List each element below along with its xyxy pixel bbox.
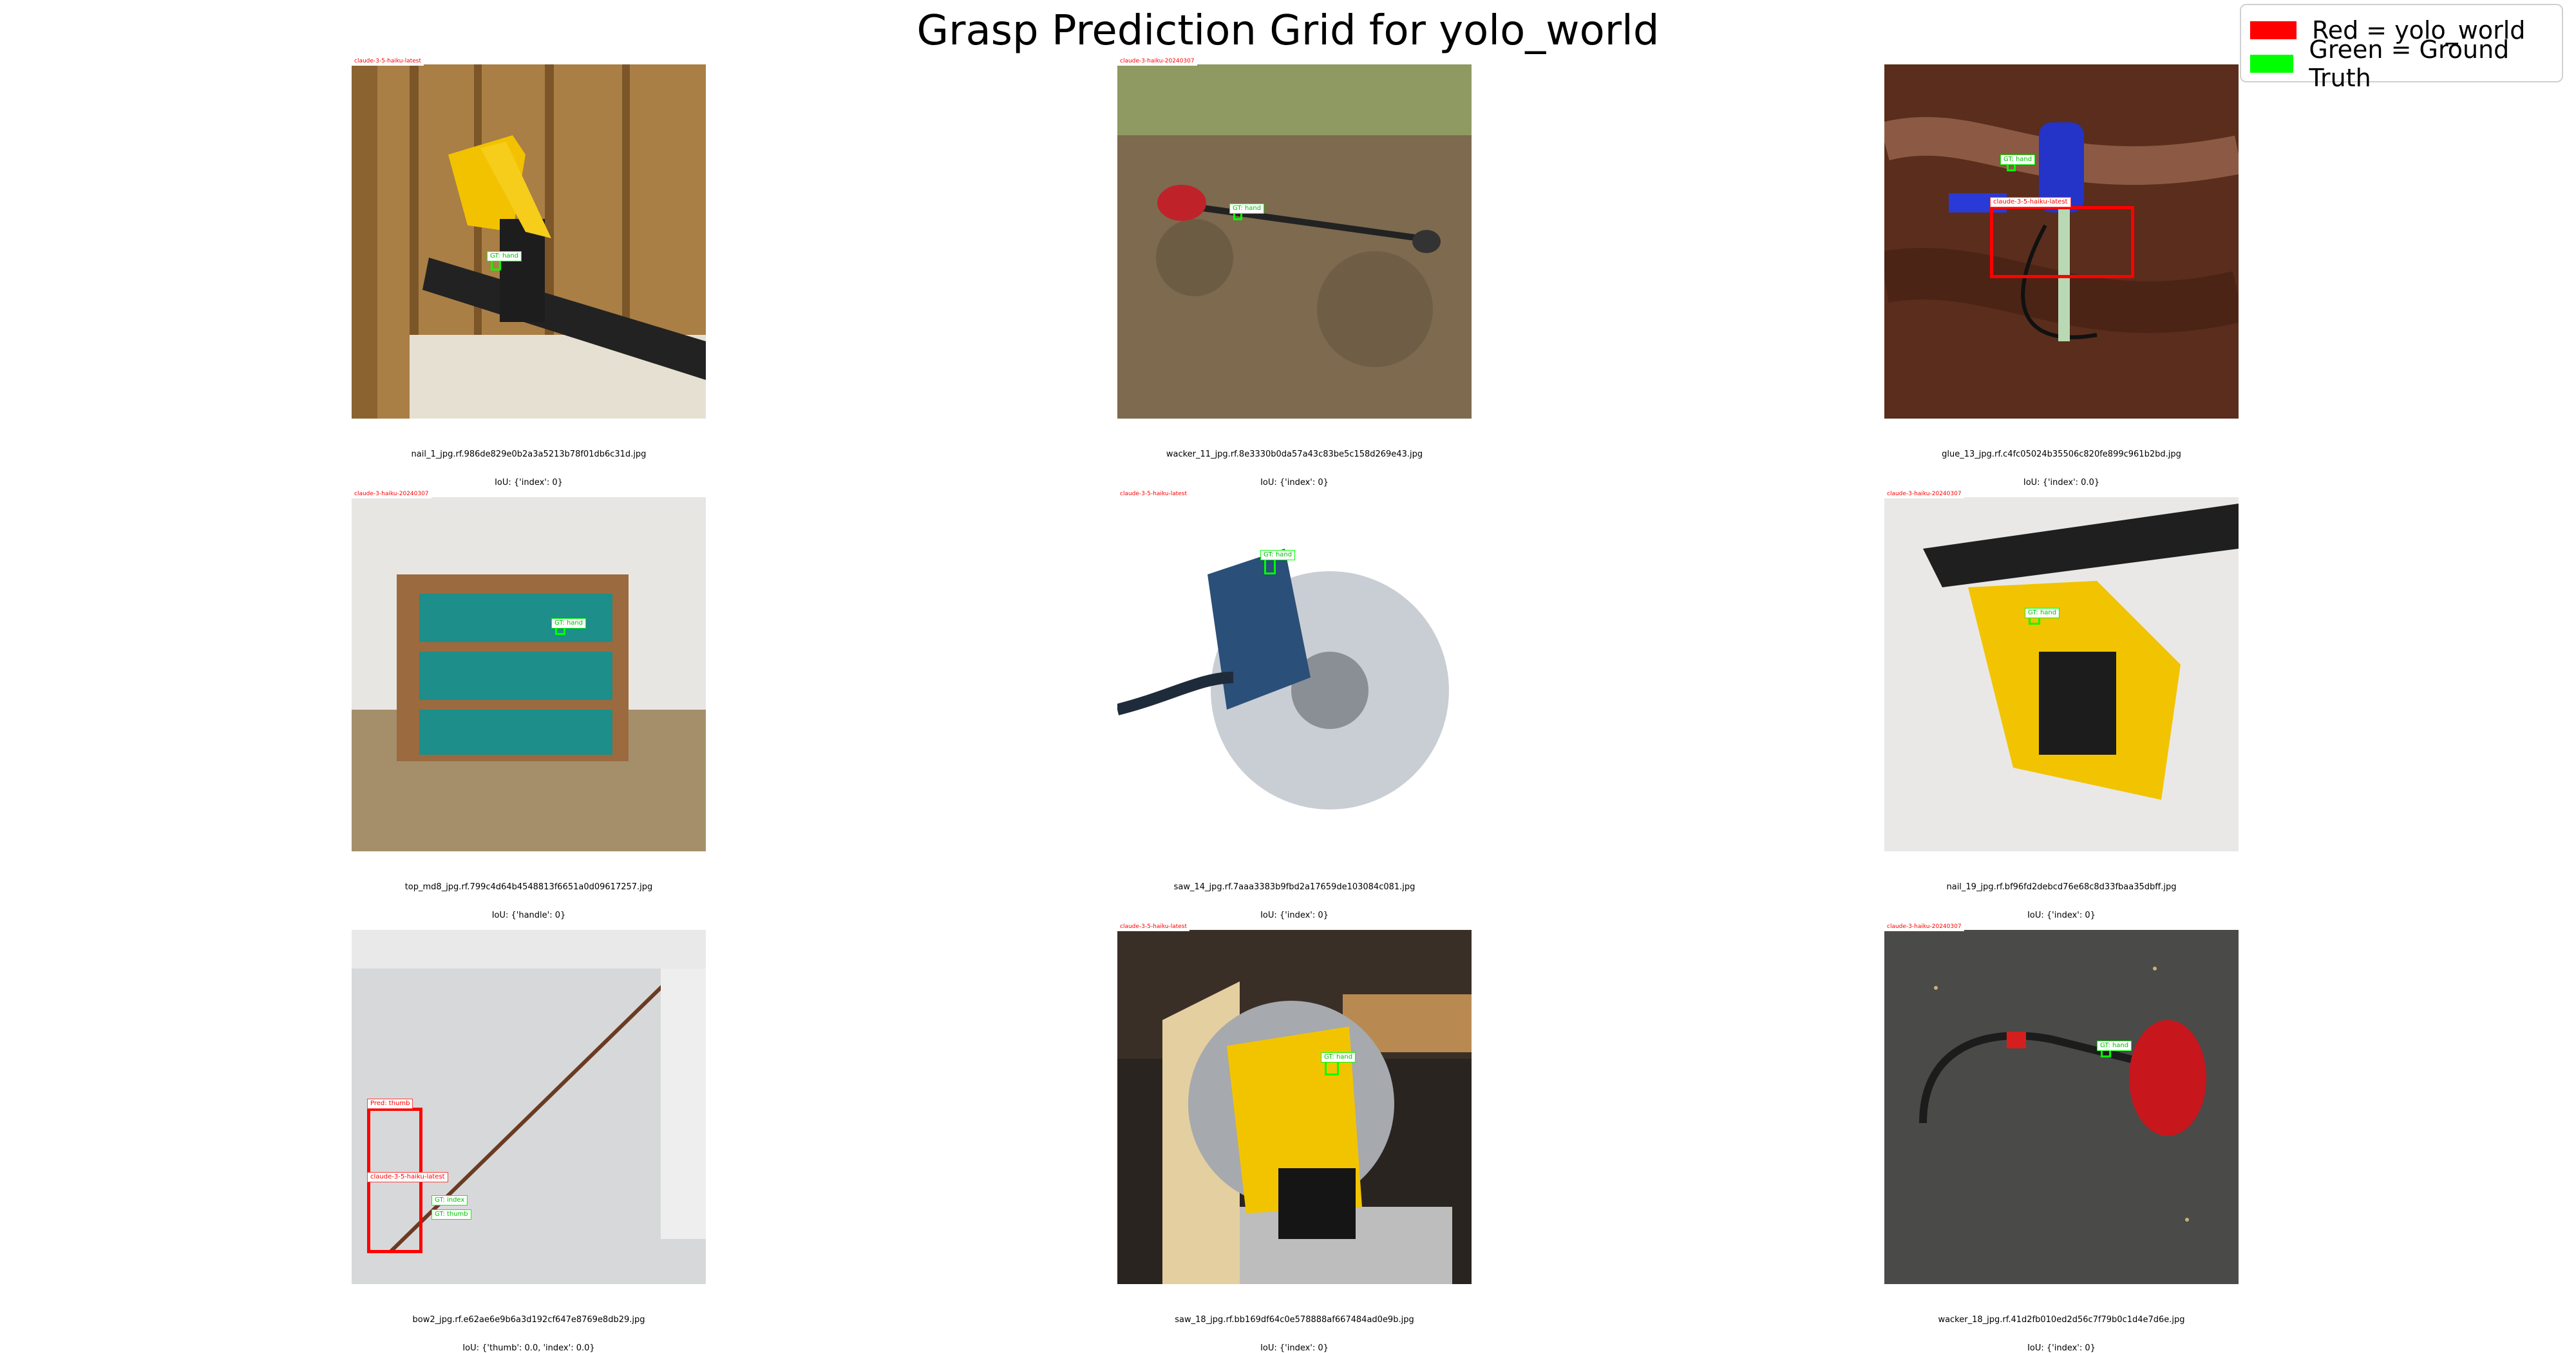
legend-label: Green = Ground Truth <box>2309 35 2510 92</box>
gt-label: GT: hand <box>1260 550 1296 560</box>
saw-image <box>1117 930 1472 1284</box>
watermark: sawsonskates.com <box>1380 916 1465 927</box>
iou-text: IoU: {'index': 0} <box>1260 911 1329 920</box>
gt-label: GT: hand <box>1229 203 1265 214</box>
legend: Red = yolo_world Green = Ground Truth <box>2240 4 2563 92</box>
gt-label: GT: index <box>431 1195 468 1206</box>
figure-title: Grasp Prediction Grid for yolo_world <box>916 7 1660 55</box>
string-trimmer-image <box>1884 930 2239 1284</box>
pred-label: Pred: thumb <box>367 1099 413 1109</box>
gt-label: GT: hand <box>487 251 522 261</box>
image-filename: wacker_18_jpg.rf.41d2fb010ed2d56c7f79b0c… <box>1938 1315 2185 1325</box>
pred-label: claude-3-5-haiku-latest <box>367 1172 448 1182</box>
iou-text: IoU: {'index': 0.0} <box>2023 478 2100 487</box>
pred-label: claude-3-5-haiku-latest <box>1990 197 2071 207</box>
iou-text: IoU: {'index': 0} <box>2027 911 2096 920</box>
iou-text: IoU: {'index': 0} <box>1260 478 1329 487</box>
model-tag: claude-3-haiku-20240307 <box>352 490 431 498</box>
model-tag: claude-3-haiku-20240307 <box>1884 923 1964 931</box>
trimmer-image <box>1117 64 1472 419</box>
gt-label: GT: hand <box>1321 1052 1356 1063</box>
image-filename: bow2_jpg.rf.e62ae6e9b6a3d192cf647e8769e8… <box>412 1315 645 1325</box>
iou-text: IoU: {'thumb': 0.0, 'index': 0.0} <box>462 1343 595 1353</box>
image-filename: wacker_11_jpg.rf.8e3330b0da57a43c83be5c1… <box>1166 449 1423 459</box>
pred-box <box>1990 206 2134 278</box>
gt-label: GT: hand <box>2000 155 2036 165</box>
iou-text: IoU: {'index': 0} <box>495 478 563 487</box>
model-tag: claude-3-haiku-20240307 <box>1117 57 1197 66</box>
model-tag: claude-3-5-haiku-latest <box>1117 923 1190 931</box>
gt-label: GT: hand <box>2097 1041 2132 1051</box>
iou-text: IoU: {'handle': 0} <box>491 911 566 920</box>
nailer-image <box>352 64 706 419</box>
iou-text: IoU: {'index': 0} <box>1260 1343 1329 1353</box>
image-filename: saw_14_jpg.rf.7aaa3383b9fbd2a17659de1030… <box>1173 882 1416 892</box>
drawer-image <box>352 497 706 851</box>
iou-text: IoU: {'index': 0} <box>2027 1343 2096 1353</box>
image-filename: top_md8_jpg.rf.799c4d64b4548813f6651a0d0… <box>404 882 653 892</box>
gt-label: GT: hand <box>551 618 587 629</box>
gt-label: GT: hand <box>2025 608 2060 618</box>
model-tag: claude-3-haiku-20240307 <box>1884 490 1964 498</box>
model-tag: claude-3-5-haiku-latest <box>1117 490 1190 498</box>
model-tag: claude-3-5-haiku-latest <box>352 57 424 66</box>
legend-item-ground-truth: Green = Ground Truth <box>2250 35 2562 92</box>
gt-label: GT: thumb <box>431 1209 471 1220</box>
red-swatch-icon <box>2250 21 2297 39</box>
image-filename: nail_1_jpg.rf.986de829e0b2a3a5213b78f01d… <box>411 449 647 459</box>
image-filename: nail_19_jpg.rf.bf96fd2debcd76e68c8d33fba… <box>1946 882 2177 892</box>
image-filename: saw_18_jpg.rf.bb169df64c0e578888af667484… <box>1175 1315 1414 1325</box>
image-filename: glue_13_jpg.rf.c4fc05024b35506c820fe899c… <box>1942 449 2181 459</box>
nail-gun-image <box>1884 497 2239 851</box>
green-swatch-icon <box>2250 55 2294 73</box>
